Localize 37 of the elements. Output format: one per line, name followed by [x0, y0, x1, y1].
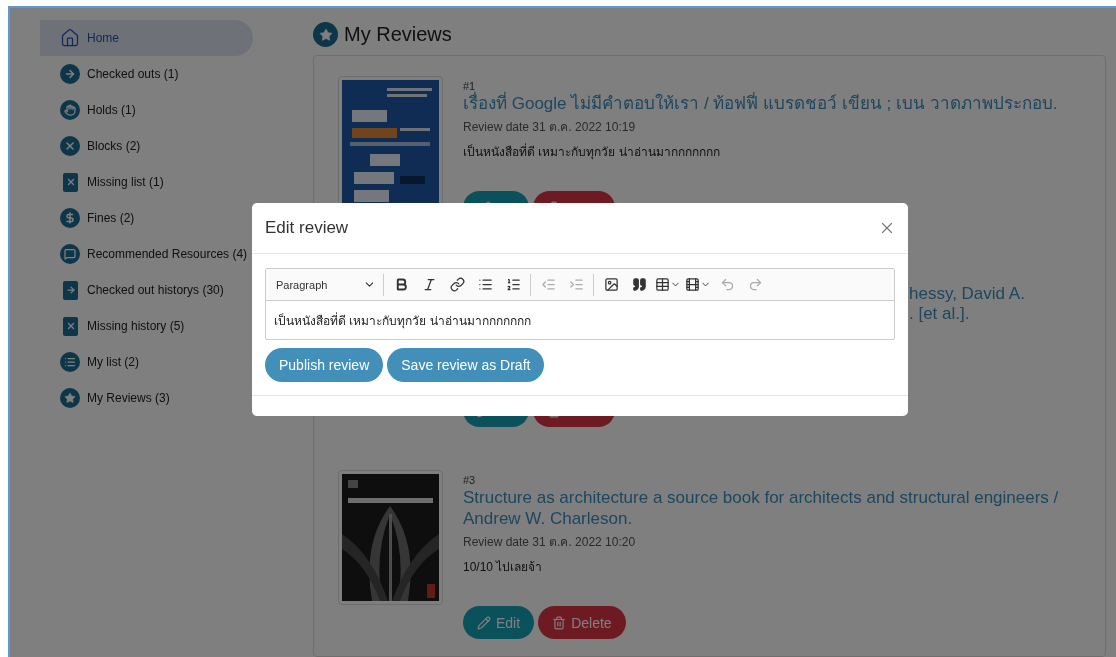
sidebar-item[interactable]: Checked out historys (30) — [40, 272, 253, 308]
review-text: 10/10 ไปเลยจ้า — [463, 559, 544, 576]
list-icon — [60, 352, 80, 372]
review-date: Review date 31 ต.ค. 2022 10:20 — [463, 534, 637, 551]
publish-button[interactable]: Publish review — [265, 348, 384, 382]
sidebar-item[interactable]: Missing history (5) — [40, 308, 253, 344]
delete-button[interactable]: Delete — [538, 606, 626, 639]
save-draft-button[interactable]: Save review as Draft — [387, 348, 545, 382]
page-title: My Reviews — [344, 23, 452, 46]
comment-icon — [60, 244, 80, 264]
review-date: Review date 31 ต.ค. 2022 10:19 — [463, 119, 637, 136]
review-number: #3 — [463, 474, 477, 486]
sidebar-item[interactable]: Checked outs (1) — [40, 56, 253, 92]
pencil-icon — [477, 615, 491, 630]
hand-icon — [60, 100, 80, 120]
book-title-link[interactable]: . [et al.]. — [909, 304, 1025, 324]
review-number: #1 — [463, 80, 476, 92]
cross-icon — [60, 136, 80, 156]
file-cross-icon — [63, 172, 78, 192]
sidebar-item[interactable]: Fines (2) — [40, 200, 253, 236]
sidebar-item[interactable]: Blocks (2) — [40, 128, 253, 164]
sidebar-item[interactable]: Missing list (1) — [40, 164, 253, 200]
book-title-link[interactable]: hessy, David A. — [909, 284, 1025, 304]
dollar-icon — [60, 208, 80, 228]
sidebar-item[interactable]: My Reviews (3) — [40, 380, 253, 416]
home-icon — [60, 28, 80, 48]
sidebar-item[interactable]: Home — [40, 20, 253, 56]
book-title-link[interactable]: Structure as architecture a source book for architects and structural engineers / — [463, 488, 1059, 507]
dialog-title: Edit review — [265, 218, 349, 238]
review-text: เป็นหนังสือที่ดี เหมาะกับทุกวัย น่าอ่านมากกกกกกก — [463, 142, 721, 161]
file-cross-icon — [63, 316, 78, 336]
heading-select[interactable]: Paragraph — [270, 272, 380, 297]
review-editor-field[interactable]: เป็นหนังสือที่ดี เหมาะกับทุกวัย น่าอ่านมากกกกกกก — [266, 301, 894, 339]
sidebar-item[interactable]: Holds (1) — [40, 92, 253, 128]
sidebar-item[interactable]: My list (2) — [40, 344, 253, 380]
book-title-link[interactable]: Andrew W. Charleson. — [463, 509, 1059, 528]
sidebar-item[interactable]: Recommended Resources (4) — [40, 236, 253, 272]
